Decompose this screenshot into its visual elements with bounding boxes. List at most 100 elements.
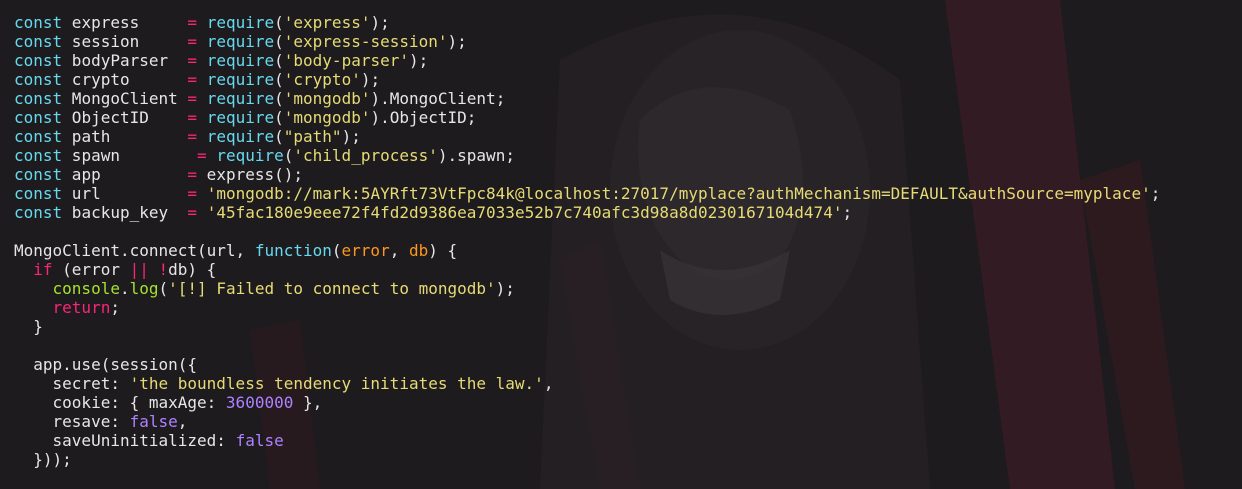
- code-token: MongoClient.connect(url,: [14, 241, 255, 260]
- code-token: 'body-parser': [283, 51, 409, 70]
- code-token: require: [206, 70, 275, 89]
- code-token: ,: [177, 412, 188, 431]
- code-line: const url = 'mongodb://mark:5AYRft73VtFp…: [14, 184, 1242, 203]
- code-token: (: [274, 32, 284, 51]
- code-token: cookie: { maxAge:: [14, 393, 226, 412]
- code-line: const crypto = require('crypto');: [14, 70, 1242, 89]
- code-token: '[!] Failed to connect to mongodb': [168, 279, 496, 298]
- code-token: (: [274, 89, 284, 108]
- code-token: (: [274, 51, 284, 70]
- code-token: =: [187, 165, 198, 184]
- code-token: const: [14, 70, 63, 89]
- code-token: );: [447, 32, 467, 51]
- code-token: require: [206, 13, 275, 32]
- code-token: }: [14, 317, 43, 336]
- code-token: =: [187, 13, 198, 32]
- code-line: MongoClient.connect(url, function(error,…: [14, 241, 1242, 260]
- code-token: },: [293, 393, 323, 412]
- code-token: path: [62, 127, 188, 146]
- code-token: (error: [52, 260, 130, 279]
- code-token: require: [206, 127, 275, 146]
- code-line: const session = require('express-session…: [14, 32, 1242, 51]
- code-token: (: [158, 279, 169, 298]
- code-token: ||: [129, 260, 149, 279]
- code-token: ) {: [428, 241, 458, 260]
- code-token: MongoClient: [62, 89, 188, 108]
- code-token: ).spawn;: [437, 146, 515, 165]
- code-token: require: [216, 146, 284, 165]
- code-token: if: [33, 260, 53, 279]
- code-token: 'mongodb': [283, 108, 371, 127]
- code-token: 'express-session': [283, 32, 448, 51]
- code-editor[interactable]: const express = require('express'); const…: [0, 0, 1242, 489]
- code-token: (: [274, 70, 284, 89]
- code-line: }: [14, 317, 1242, 336]
- code-token: );: [370, 13, 390, 32]
- code-token: app: [62, 165, 188, 184]
- code-line: app.use(session({: [14, 355, 1242, 374]
- code-token: db: [408, 241, 429, 260]
- code-token: const: [14, 184, 63, 203]
- code-token: crypto: [62, 70, 188, 89]
- code-token: ,: [389, 241, 409, 260]
- code-token: require: [206, 108, 275, 127]
- code-token: secret:: [14, 374, 130, 393]
- code-line: if (error || !db) {: [14, 260, 1242, 279]
- code-line: secret: 'the boundless tendency initiate…: [14, 374, 1242, 393]
- code-token: =: [187, 32, 198, 51]
- code-line: cookie: { maxAge: 3600000 },: [14, 393, 1242, 412]
- code-token: =: [187, 89, 198, 108]
- code-line: }));: [14, 450, 1242, 469]
- code-token: =: [187, 127, 198, 146]
- code-token: express();: [197, 165, 304, 184]
- code-line: const app = express();: [14, 165, 1242, 184]
- code-line: const backup_key = '45fac180e9eee72f4fd2…: [14, 203, 1242, 222]
- code-token: ;: [842, 203, 853, 222]
- code-token: (: [274, 127, 284, 146]
- code-line: const path = require("path");: [14, 127, 1242, 146]
- code-token: spawn: [62, 146, 198, 165]
- code-token: ;: [110, 298, 120, 317]
- code-token: return: [52, 298, 111, 317]
- code-token: ObjectID: [62, 108, 188, 127]
- code-token: =: [197, 146, 207, 165]
- code-token: (: [283, 146, 294, 165]
- code-token: );: [341, 127, 361, 146]
- code-token: console: [52, 279, 120, 298]
- code-token: log: [129, 279, 159, 298]
- code-token: const: [14, 108, 63, 127]
- code-token: "path": [283, 127, 342, 146]
- code-token: require: [206, 32, 275, 51]
- code-token: const: [14, 203, 63, 222]
- code-token: const: [14, 146, 63, 165]
- code-token: (: [274, 13, 284, 32]
- code-line: saveUninitialized: false: [14, 431, 1242, 450]
- code-token: false: [129, 412, 178, 431]
- code-token: 'child_process': [293, 146, 438, 165]
- code-token: url: [62, 184, 188, 203]
- code-token: session: [62, 32, 188, 51]
- code-line: const ObjectID = require('mongodb').Obje…: [14, 108, 1242, 127]
- code-token: (: [331, 241, 342, 260]
- code-token: require: [206, 89, 275, 108]
- code-token: app.use(session({: [14, 355, 198, 374]
- code-token: =: [187, 184, 198, 203]
- code-token: ,: [543, 374, 554, 393]
- code-token: 'mongodb://mark:5AYRft73VtFpc84k@localho…: [206, 184, 1151, 203]
- code-token: backup_key: [62, 203, 188, 222]
- code-line: console.log('[!] Failed to connect to mo…: [14, 279, 1242, 298]
- code-line: resave: false,: [14, 412, 1242, 431]
- code-token: =: [187, 108, 198, 127]
- code-token: 'crypto': [283, 70, 361, 89]
- code-token: const: [14, 13, 63, 32]
- code-token: }));: [14, 450, 72, 469]
- code-line: const MongoClient = require('mongodb').M…: [14, 89, 1242, 108]
